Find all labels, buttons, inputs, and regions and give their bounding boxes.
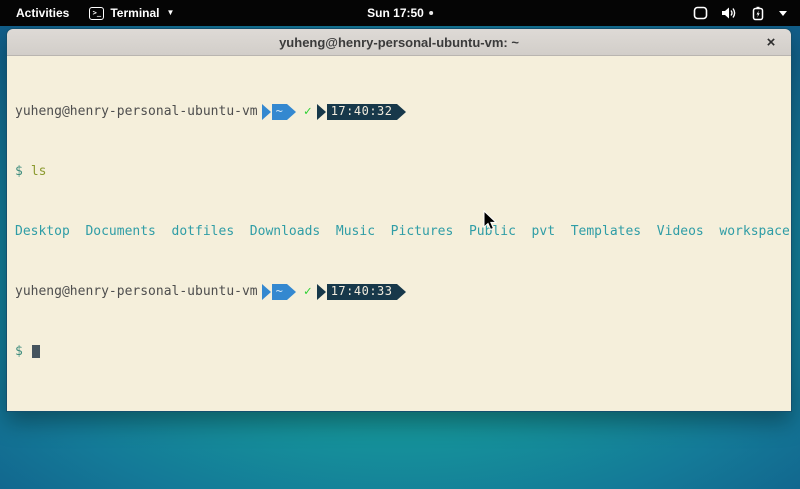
app-menu-chevron-icon: ▼ <box>166 9 174 17</box>
prompt-path-segment: ~ <box>272 284 287 300</box>
ls-output-line: Desktop Documents dotfiles Downloads Mus… <box>15 224 791 239</box>
volume-icon <box>721 6 738 20</box>
prompt-time: 17:40:32 <box>327 104 397 120</box>
powerline-arrow-icon <box>287 284 296 300</box>
top-bar-left: Activities >_ Terminal ▼ <box>0 4 174 22</box>
active-prompt-line: $ <box>15 344 791 359</box>
prompt-line-2: yuheng@henry-personal-ubuntu-vm ~ ✓ 17:4… <box>15 284 791 299</box>
status-check-icon: ✓ <box>304 284 312 299</box>
window-title: yuheng@henry-personal-ubuntu-vm: ~ <box>279 35 519 50</box>
typed-command: ls <box>31 164 47 179</box>
command-line: $ ls <box>15 164 791 179</box>
window-titlebar[interactable]: yuheng@henry-personal-ubuntu-vm: ~ × <box>7 29 791 56</box>
powerline-arrow-icon <box>317 104 326 120</box>
battery-charging-icon <box>751 6 765 21</box>
chevron-down-icon <box>778 9 788 17</box>
powerline-prompt: ~ ✓ 17:40:33 <box>262 284 407 300</box>
prompt-dollar: $ <box>15 164 23 179</box>
prompt-user-host: yuheng@henry-personal-ubuntu-vm <box>15 104 258 119</box>
powerline-arrow-icon <box>262 104 271 120</box>
terminal-cursor <box>32 345 40 358</box>
system-status-area[interactable] <box>693 6 800 21</box>
powerline-arrow-icon <box>397 104 406 120</box>
prompt-time: 17:40:33 <box>327 284 397 300</box>
notification-dot-icon <box>429 11 433 15</box>
powerline-prompt: ~ ✓ 17:40:32 <box>262 104 407 120</box>
powerline-arrow-icon <box>287 104 296 120</box>
app-menu-terminal[interactable]: >_ Terminal ▼ <box>89 6 174 20</box>
directory-listing: Desktop Documents dotfiles Downloads Mus… <box>15 224 790 239</box>
top-bar: Activities >_ Terminal ▼ Sun 17:50 <box>0 0 800 26</box>
powerline-arrow-icon <box>397 284 406 300</box>
powerline-arrow-icon <box>262 284 271 300</box>
terminal-app-icon: >_ <box>89 7 104 20</box>
prompt-user-host: yuheng@henry-personal-ubuntu-vm <box>15 284 258 299</box>
powerline-arrow-icon <box>317 284 326 300</box>
close-button[interactable]: × <box>762 33 780 51</box>
prompt-line-1: yuheng@henry-personal-ubuntu-vm ~ ✓ 17:4… <box>15 104 791 119</box>
clock-button[interactable]: Sun 17:50 <box>367 0 433 26</box>
app-menu-label: Terminal <box>110 6 159 20</box>
wired-network-icon <box>693 6 708 20</box>
clock-label: Sun 17:50 <box>367 6 424 20</box>
prompt-path-segment: ~ <box>272 104 287 120</box>
prompt-dollar: $ <box>15 344 23 359</box>
activities-button[interactable]: Activities <box>10 4 75 22</box>
status-check-icon: ✓ <box>304 104 312 119</box>
terminal-window: yuheng@henry-personal-ubuntu-vm: ~ × yuh… <box>6 28 792 412</box>
terminal-content[interactable]: yuheng@henry-personal-ubuntu-vm ~ ✓ 17:4… <box>7 56 791 411</box>
